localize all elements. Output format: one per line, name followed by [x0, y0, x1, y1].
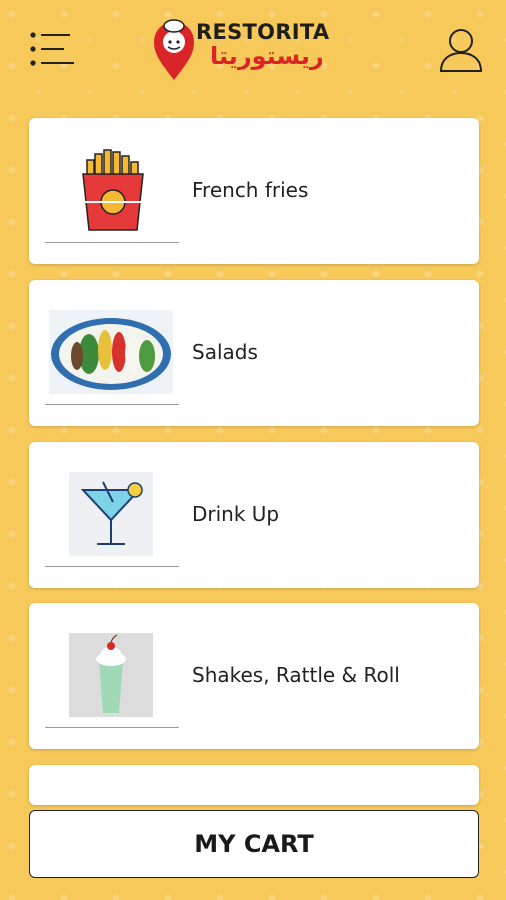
milkshake-image — [49, 633, 173, 717]
category-card-salads[interactable]: Salads — [29, 280, 479, 426]
category-label: Shakes, Rattle & Roll — [192, 663, 400, 687]
salad-image — [49, 310, 173, 394]
brand-name-arabic: ريستوريتا — [210, 42, 324, 70]
app-header: RESTORITA ريستوريتا — [0, 0, 506, 100]
card-divider — [45, 404, 179, 405]
category-card-french-fries[interactable]: French fries — [29, 118, 479, 264]
french-fries-icon — [49, 148, 173, 232]
brand-name: RESTORITA — [196, 20, 330, 44]
category-card-partial[interactable] — [29, 765, 479, 805]
card-divider — [45, 566, 179, 567]
category-card-drink-up[interactable]: Drink Up — [29, 442, 479, 588]
hamburger-menu-icon[interactable] — [28, 28, 78, 72]
restorita-logo: RESTORITA ريستوريتا — [150, 14, 360, 84]
chef-pin-icon — [154, 19, 194, 80]
category-label: Salads — [192, 340, 258, 364]
user-profile-icon[interactable] — [438, 26, 484, 74]
cocktail-icon — [49, 472, 173, 556]
card-divider — [45, 242, 179, 243]
my-cart-button[interactable]: MY CART — [29, 810, 479, 878]
category-label: French fries — [192, 178, 309, 202]
category-card-shakes[interactable]: Shakes, Rattle & Roll — [29, 603, 479, 749]
card-divider — [45, 727, 179, 728]
category-label: Drink Up — [192, 502, 280, 526]
